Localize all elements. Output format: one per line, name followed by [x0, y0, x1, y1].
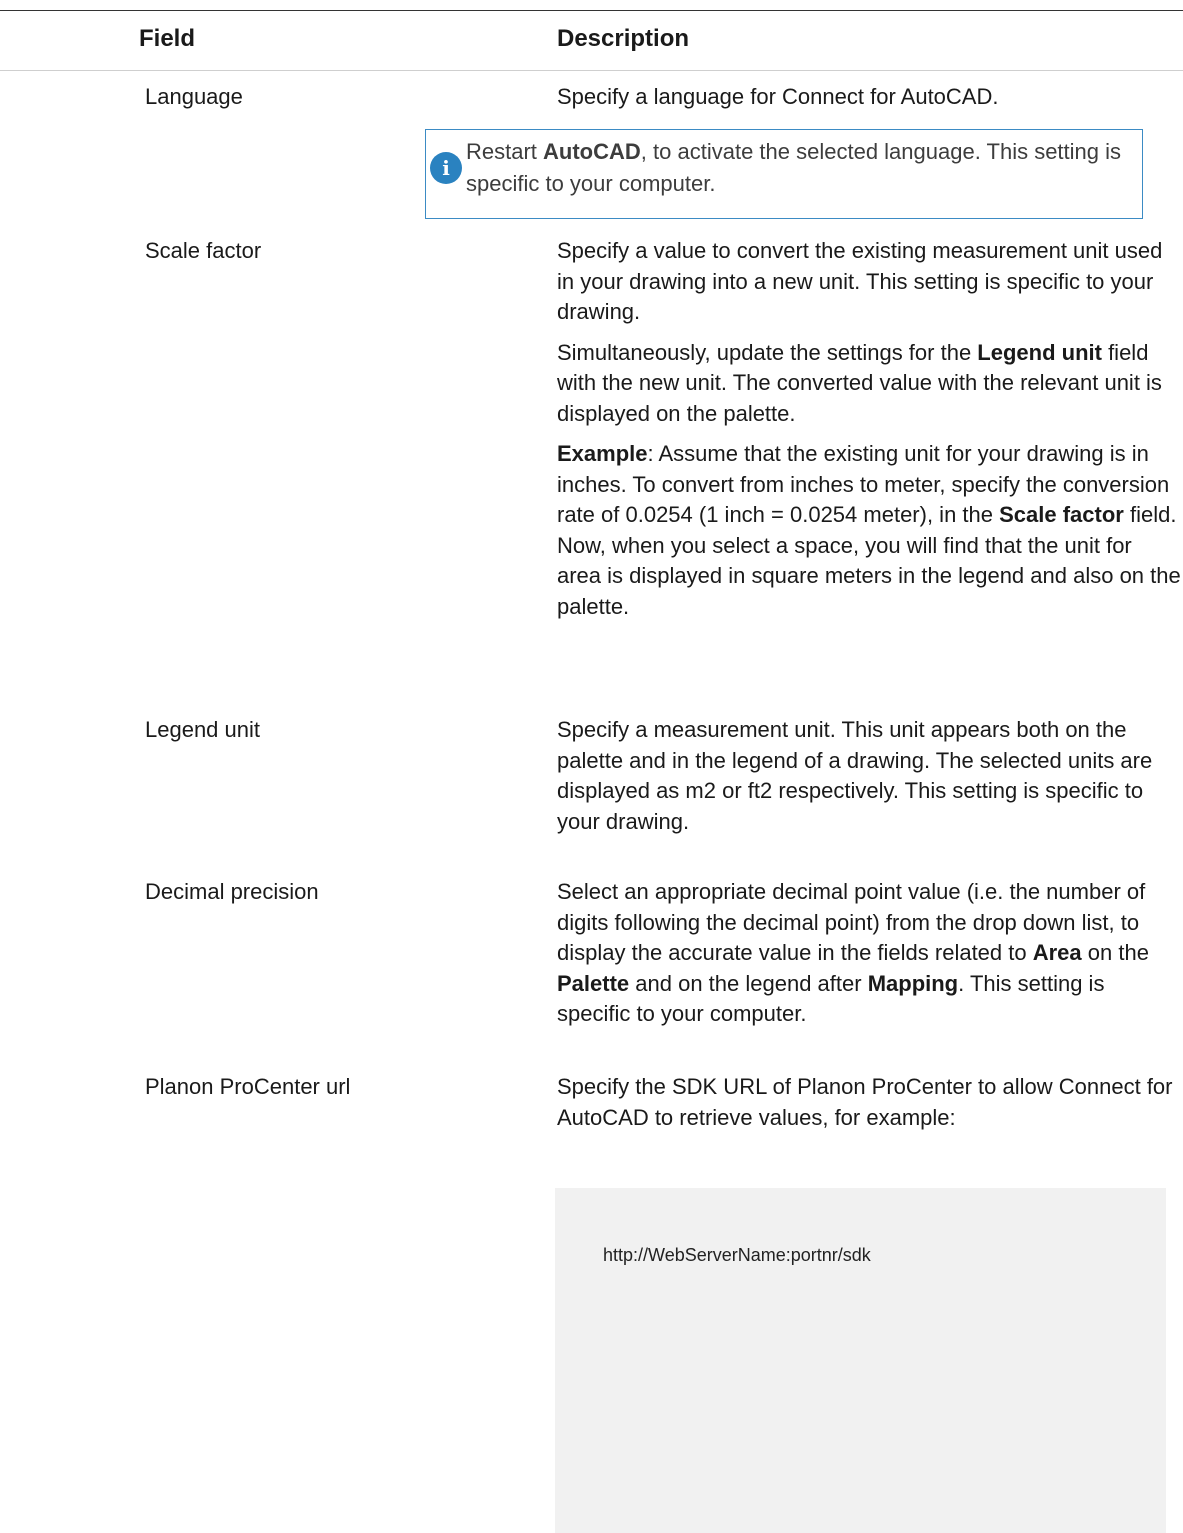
code-example-block: http://WebServerName:portnr/sdk: [555, 1188, 1166, 1533]
field-scale-factor: Scale factor: [145, 238, 262, 263]
top-rule: [0, 10, 1183, 11]
description-paragraph: Specify a language for Connect for AutoC…: [557, 84, 999, 109]
note-emphasis: AutoCAD: [543, 139, 641, 164]
code-example-url[interactable]: http://WebServerName:portnr/sdk: [603, 1243, 871, 1267]
description-scale-factor: Specify a value to convert the existing …: [557, 236, 1181, 622]
description-legend-unit: Specify a measurement unit. This unit ap…: [557, 715, 1181, 837]
description-paragraph: Specify a value to convert the existing …: [557, 238, 1163, 324]
info-icon: i: [430, 152, 462, 184]
note-text: Restart AutoCAD, to activate the selecte…: [466, 139, 1122, 196]
column-header-description: Description: [557, 25, 690, 52]
header-divider: [0, 70, 1183, 71]
description-paragraph: Example: Assume that the existing unit f…: [557, 441, 1181, 619]
info-note: i Restart AutoCAD, to activate the selec…: [425, 129, 1143, 219]
field-language: Language: [145, 84, 243, 109]
description-language: Specify a language for Connect for AutoC…: [557, 82, 1181, 113]
column-header-field: Field: [139, 25, 196, 52]
field-legend-unit: Legend unit: [145, 717, 260, 742]
description-paragraph: Simultaneously, update the settings for …: [557, 339, 1162, 426]
description-paragraph: Select an appropriate decimal point valu…: [557, 879, 1149, 1026]
field-planon-procenter-url: Planon ProCenter url: [145, 1074, 351, 1099]
description-decimal-precision: Select an appropriate decimal point valu…: [557, 877, 1181, 1030]
description-paragraph: Specify a measurement unit. This unit ap…: [557, 717, 1153, 834]
description-planon-procenter-url: Specify the SDK URL of Planon ProCenter …: [557, 1072, 1181, 1133]
field-decimal-precision: Decimal precision: [145, 879, 319, 904]
description-paragraph: Specify the SDK URL of Planon ProCenter …: [557, 1074, 1173, 1130]
